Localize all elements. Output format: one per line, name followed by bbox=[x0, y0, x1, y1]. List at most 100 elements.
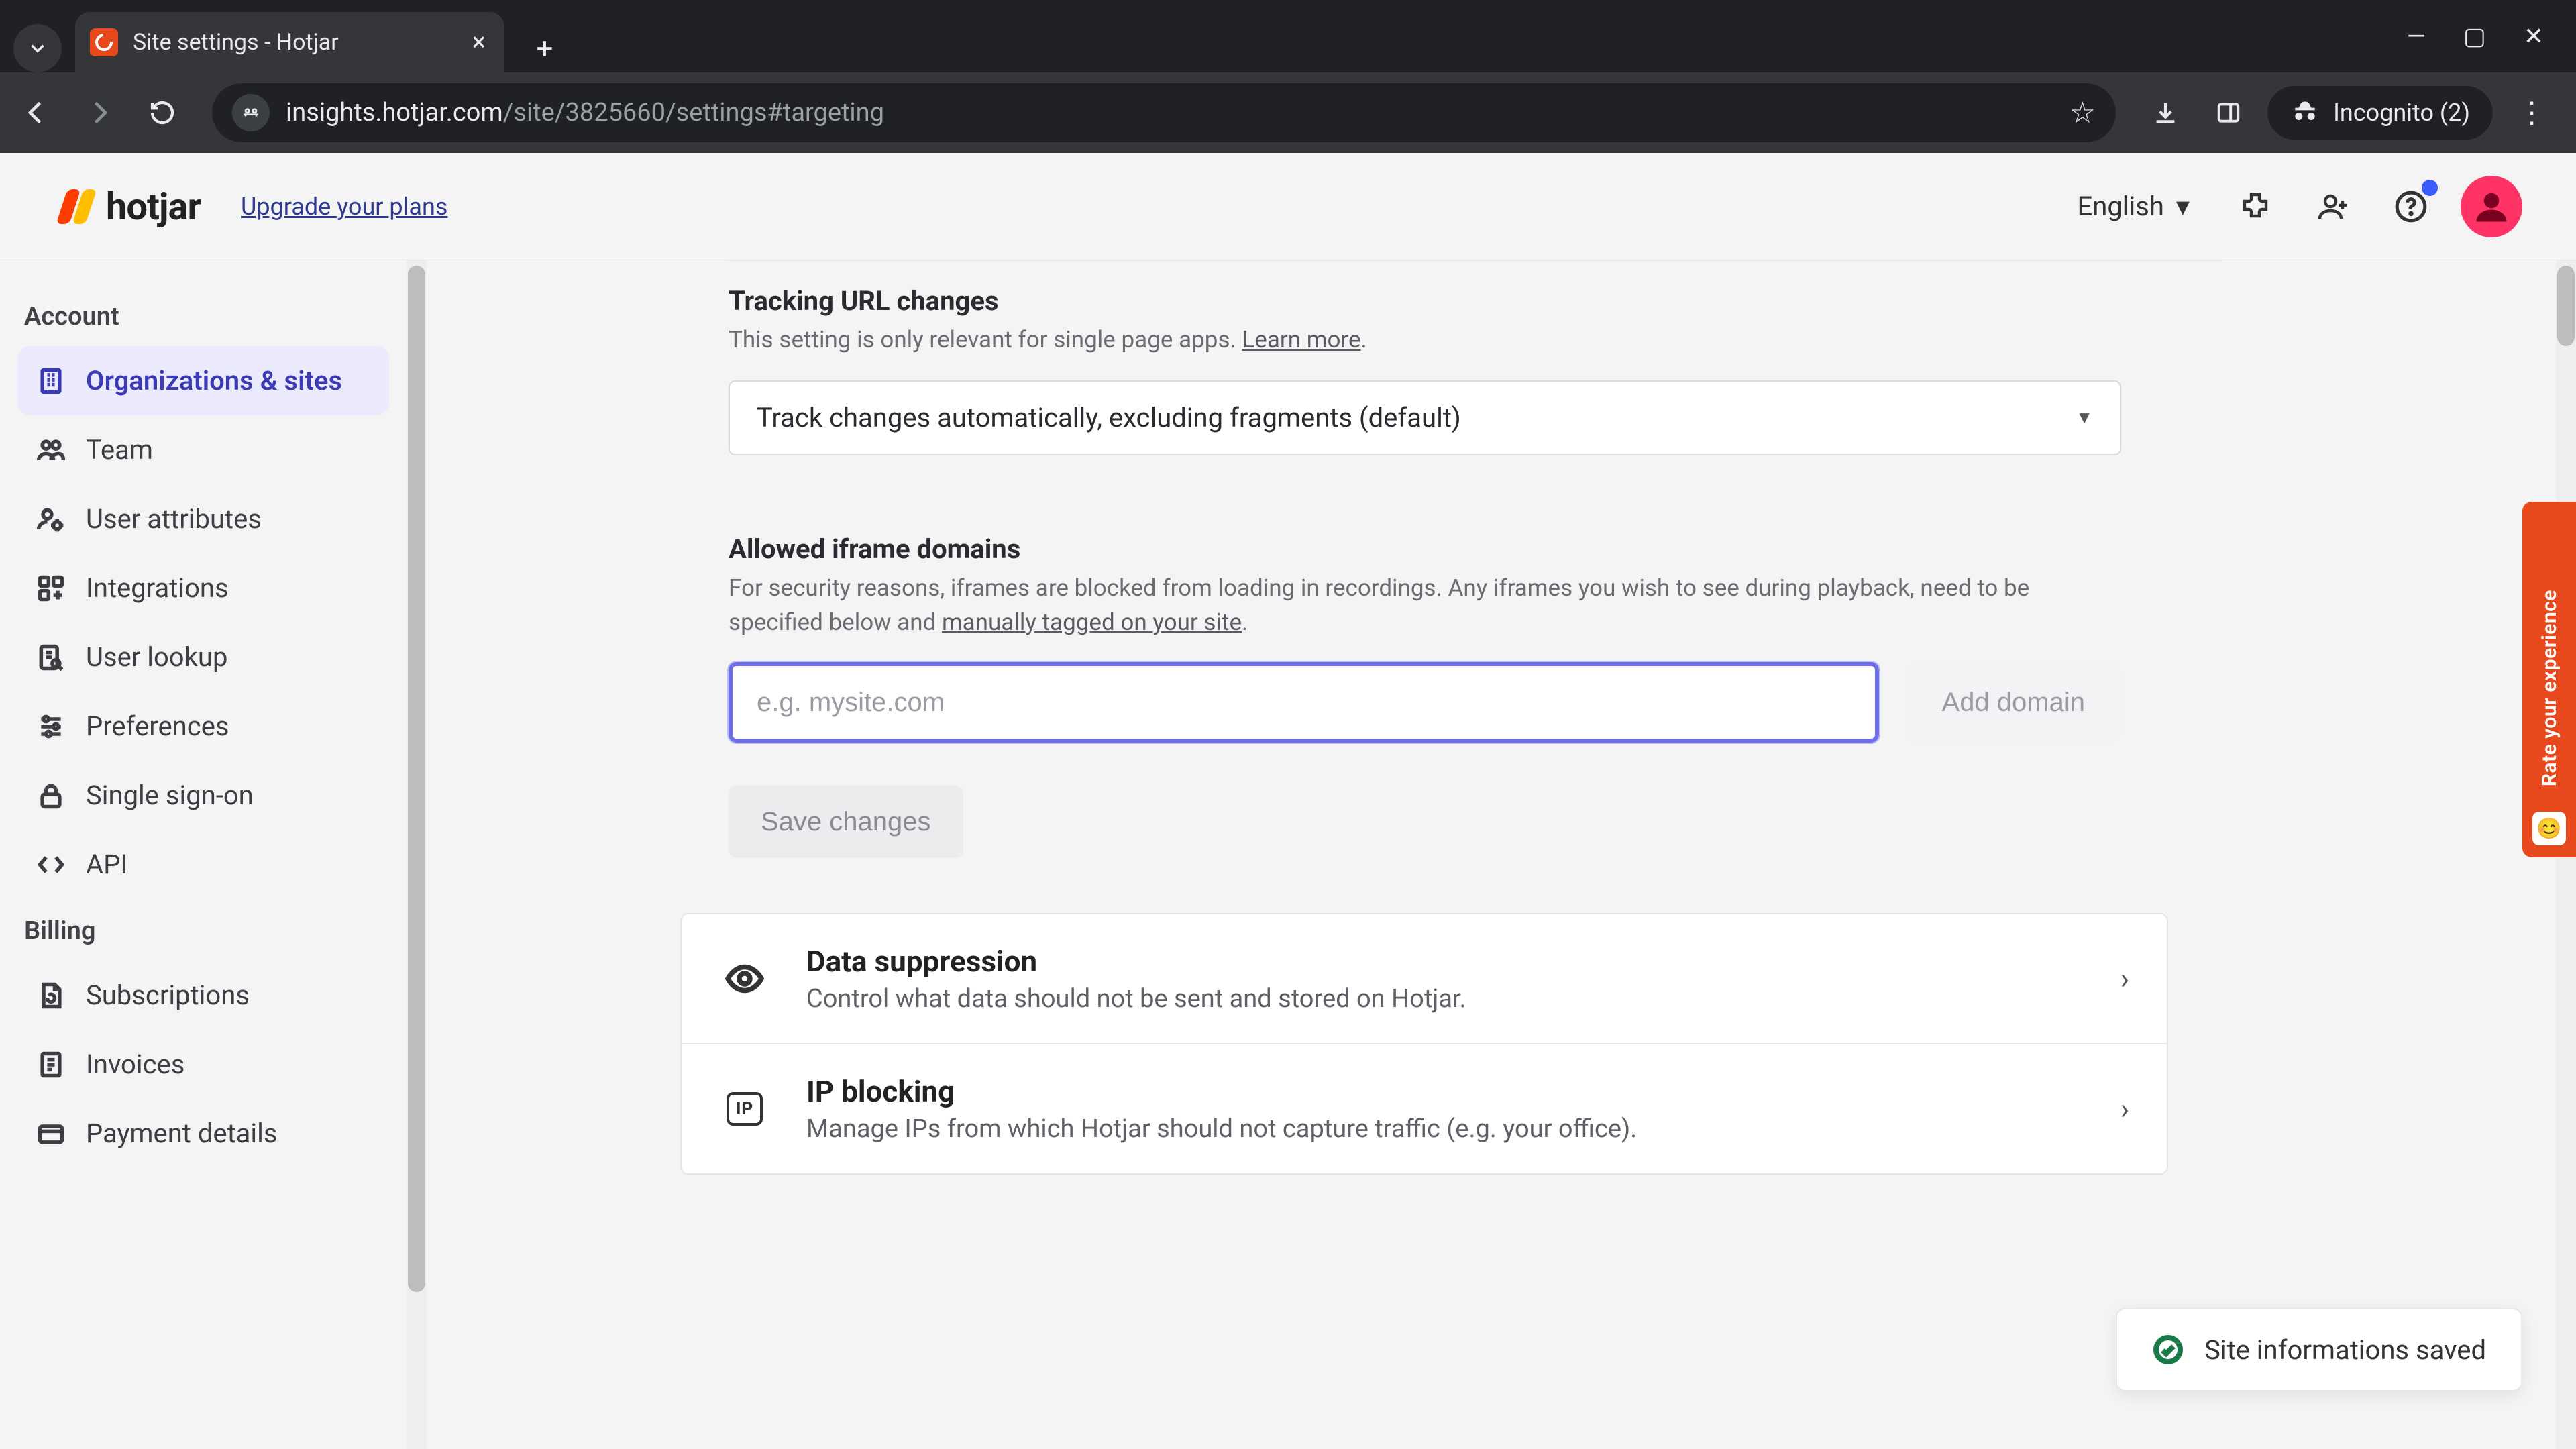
sidebar: Account Organizations & sites Team User … bbox=[0, 260, 427, 1449]
save-changes-button[interactable]: Save changes bbox=[729, 786, 963, 858]
eye-icon bbox=[719, 953, 770, 1004]
sidebar-item-subscriptions[interactable]: Subscriptions bbox=[17, 961, 389, 1030]
tab-search-button[interactable] bbox=[13, 24, 62, 72]
ip-icon: IP bbox=[719, 1083, 770, 1134]
bookmark-star-icon[interactable]: ☆ bbox=[2070, 95, 2096, 130]
sidebar-item-label: User attributes bbox=[86, 503, 262, 535]
main-content: Tracking URL changes This setting is onl… bbox=[427, 260, 2576, 1449]
new-tab-button[interactable]: + bbox=[521, 24, 569, 72]
tracking-url-title: Tracking URL changes bbox=[729, 285, 2220, 317]
sidebar-item-api[interactable]: API bbox=[17, 830, 389, 899]
user-gear-icon bbox=[36, 504, 66, 534]
tab-close-icon[interactable]: × bbox=[472, 28, 486, 57]
tracking-url-desc: This setting is only relevant for single… bbox=[729, 323, 2220, 358]
check-circle-icon bbox=[2152, 1334, 2184, 1366]
team-icon bbox=[36, 435, 66, 465]
credit-card-icon bbox=[36, 1119, 66, 1148]
iframe-desc: For security reasons, iframes are blocke… bbox=[729, 572, 2084, 640]
sidebar-scroll-thumb[interactable] bbox=[408, 266, 425, 1292]
sidebar-item-sso[interactable]: Single sign-on bbox=[17, 761, 389, 830]
main-scroll-thumb[interactable] bbox=[2557, 266, 2575, 346]
page-viewport: hotjar Upgrade your plans English ▾ Acco… bbox=[0, 153, 2576, 1449]
tab-favicon bbox=[90, 28, 118, 56]
sidebar-item-label: Invoices bbox=[86, 1049, 184, 1080]
nav-back-icon[interactable] bbox=[12, 89, 60, 137]
window-maximize-icon[interactable]: ▢ bbox=[2463, 22, 2486, 50]
side-panel-icon[interactable] bbox=[2204, 89, 2253, 137]
toast-message: Site informations saved bbox=[2204, 1334, 2486, 1366]
sidebar-section-billing: Billing bbox=[24, 916, 382, 946]
window-close-icon[interactable]: ✕ bbox=[2524, 22, 2544, 50]
site-info-icon[interactable] bbox=[232, 94, 270, 131]
data-suppression-row[interactable]: Data suppression Control what data shoul… bbox=[680, 913, 2168, 1044]
sidebar-item-team[interactable]: Team bbox=[17, 415, 389, 484]
sidebar-item-label: Integrations bbox=[86, 572, 229, 604]
sidebar-item-label: Organizations & sites bbox=[86, 365, 342, 396]
sidebar-item-label: Preferences bbox=[86, 710, 229, 742]
incognito-icon bbox=[2290, 98, 2320, 127]
lock-icon bbox=[36, 781, 66, 810]
tracking-url-select[interactable]: Track changes automatically, excluding f… bbox=[729, 380, 2121, 455]
sidebar-item-preferences[interactable]: Preferences bbox=[17, 692, 389, 761]
data-suppression-title: Data suppression bbox=[806, 944, 2084, 979]
downloads-icon[interactable] bbox=[2141, 89, 2190, 137]
tab-title: Site settings - Hotjar bbox=[133, 29, 456, 56]
brand-logo-mark bbox=[60, 189, 95, 224]
ip-blocking-row[interactable]: IP IP blocking Manage IPs from which Hot… bbox=[680, 1044, 2168, 1175]
brand-logo[interactable]: hotjar bbox=[60, 184, 201, 229]
browser-menu-icon[interactable]: ⋮ bbox=[2508, 89, 2556, 137]
chevron-down-icon: ▾ bbox=[2176, 191, 2190, 222]
browser-titlebar: Site settings - Hotjar × + ― ▢ ✕ bbox=[0, 0, 2576, 72]
data-suppression-desc: Control what data should not be sent and… bbox=[806, 984, 2084, 1014]
iframe-title: Allowed iframe domains bbox=[729, 533, 2220, 565]
brand-logo-text: hotjar bbox=[106, 184, 201, 229]
sidebar-item-label: Single sign-on bbox=[86, 780, 254, 811]
incognito-label: Incognito (2) bbox=[2333, 99, 2470, 127]
building-icon bbox=[36, 366, 66, 396]
add-domain-button[interactable]: Add domain bbox=[1906, 662, 2121, 743]
sidebar-item-user-attributes[interactable]: User attributes bbox=[17, 484, 389, 553]
help-icon[interactable] bbox=[2380, 176, 2442, 237]
language-selector[interactable]: English ▾ bbox=[2078, 191, 2190, 222]
iframe-domain-input[interactable] bbox=[729, 662, 1879, 743]
face-icon: 😊 bbox=[2532, 812, 2566, 845]
upgrade-plans-link[interactable]: Upgrade your plans bbox=[241, 193, 447, 221]
nav-forward-icon[interactable] bbox=[75, 89, 123, 137]
manual-tag-link[interactable]: manually tagged on your site bbox=[942, 608, 1242, 636]
invite-user-icon[interactable] bbox=[2302, 176, 2364, 237]
tab-strip: Site settings - Hotjar × + bbox=[0, 0, 2375, 72]
ip-blocking-title: IP blocking bbox=[806, 1074, 2084, 1109]
window-minimize-icon[interactable]: ― bbox=[2407, 22, 2426, 50]
incognito-chip[interactable]: Incognito (2) bbox=[2267, 86, 2493, 140]
sidebar-item-label: Payment details bbox=[86, 1118, 278, 1149]
toast-saved: Site informations saved bbox=[2116, 1308, 2522, 1391]
ip-blocking-desc: Manage IPs from which Hotjar should not … bbox=[806, 1114, 2084, 1144]
learn-more-link[interactable]: Learn more bbox=[1242, 326, 1360, 354]
sidebar-item-payment[interactable]: Payment details bbox=[17, 1099, 389, 1168]
account-avatar[interactable] bbox=[2461, 176, 2522, 237]
omnibox-url: insights.hotjar.com/site/3825660/setting… bbox=[286, 98, 2056, 127]
sidebar-item-integrations[interactable]: Integrations bbox=[17, 553, 389, 623]
sidebar-section-account: Account bbox=[24, 302, 382, 331]
feedback-tab[interactable]: Rate your experience 😊 bbox=[2522, 502, 2576, 857]
sidebar-item-user-lookup[interactable]: User lookup bbox=[17, 623, 389, 692]
sidebar-item-organizations[interactable]: Organizations & sites bbox=[17, 346, 389, 415]
tracking-url-block: Tracking URL changes This setting is onl… bbox=[729, 261, 2220, 462]
browser-omnibox[interactable]: insights.hotjar.com/site/3825660/setting… bbox=[212, 83, 2116, 142]
file-refresh-icon bbox=[36, 981, 66, 1010]
browser-tab[interactable]: Site settings - Hotjar × bbox=[75, 12, 504, 72]
caret-down-icon: ▼ bbox=[2076, 407, 2093, 428]
language-label: English bbox=[2078, 191, 2164, 222]
iframe-domains-block: Allowed iframe domains For security reas… bbox=[729, 509, 2220, 865]
feedback-tab-label: Rate your experience bbox=[2538, 576, 2561, 800]
sidebar-item-label: User lookup bbox=[86, 641, 227, 673]
sidebar-scrollbar[interactable] bbox=[407, 260, 427, 1449]
nav-reload-icon[interactable] bbox=[138, 89, 186, 137]
chevron-right-icon: › bbox=[2121, 1091, 2129, 1126]
tracking-url-select-value: Track changes automatically, excluding f… bbox=[757, 402, 1461, 433]
integrations-icon bbox=[36, 574, 66, 603]
sidebar-item-invoices[interactable]: Invoices bbox=[17, 1030, 389, 1099]
invoice-icon bbox=[36, 1050, 66, 1079]
extensions-icon[interactable] bbox=[2224, 176, 2286, 237]
sliders-icon bbox=[36, 712, 66, 741]
